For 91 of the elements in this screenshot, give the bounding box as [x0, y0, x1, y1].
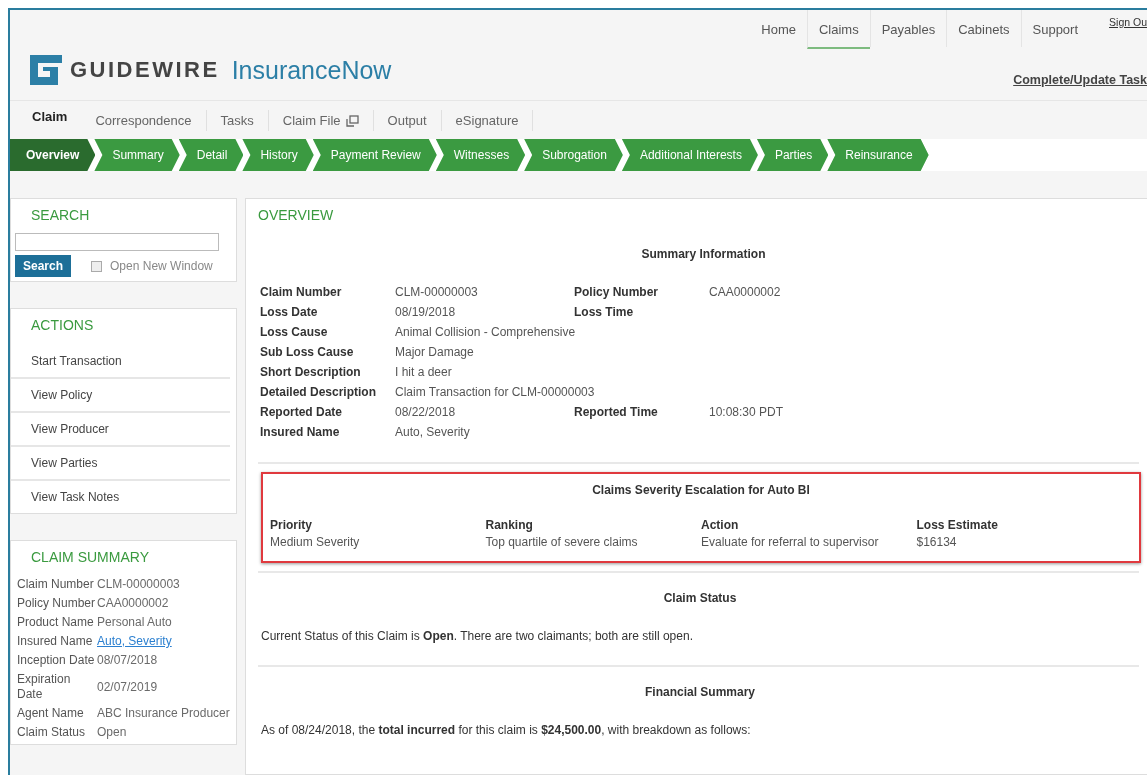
step-tab[interactable]: Parties	[756, 139, 829, 171]
column-heading: Loss Estimate	[916, 517, 999, 534]
field-label: Expiration Date	[17, 672, 72, 702]
field-label: Reported Time	[574, 405, 659, 420]
field-value: ABC Insurance Producer	[97, 706, 230, 721]
product-name: InsuranceNow	[231, 55, 392, 85]
section-heading: Summary Information	[640, 247, 767, 261]
field-label: Policy Number	[574, 285, 660, 300]
step-tab[interactable]: History	[242, 139, 314, 171]
field-label: Product Name	[17, 615, 95, 630]
nav-link[interactable]: Cabinets	[946, 10, 1021, 47]
step-tab[interactable]: Witnesses	[435, 139, 526, 171]
logo-icon	[30, 55, 62, 85]
step-tab[interactable]: Summary	[94, 139, 180, 171]
search-button[interactable]: Search	[15, 255, 72, 277]
field-label: Sub Loss Cause	[260, 345, 355, 360]
action-link[interactable]: Start Transaction	[11, 345, 230, 379]
field-label: Claim Status	[17, 725, 87, 740]
field-value: Claim Transaction for CLM-00000003	[395, 385, 595, 400]
status-text: Current Status of this Claim is Open. There are two claimants; both are still open.	[261, 629, 694, 643]
task-link[interactable]: Complete/Update Task	[1013, 73, 1147, 87]
step-tab[interactable]: Reinsurance	[827, 139, 929, 171]
tab[interactable]: eSignature	[441, 110, 534, 131]
field-value: CLM-00000003	[395, 285, 479, 300]
step-tab[interactable]: Payment Review	[312, 139, 437, 171]
field-value: 08/07/2018	[97, 653, 159, 668]
search-field[interactable]	[15, 233, 219, 251]
nav-link[interactable]: Claims	[806, 10, 870, 49]
tab[interactable]: Claim File	[268, 110, 374, 131]
column-heading: Action	[701, 517, 740, 534]
field-value: CAA0000002	[97, 596, 170, 611]
panel-title: SEARCH	[30, 207, 91, 223]
field-value: 08/22/2018	[395, 405, 457, 420]
field-value: Auto, Severity	[395, 425, 470, 440]
nav-link[interactable]: Payables	[869, 10, 947, 47]
section-title: OVERVIEW	[258, 207, 335, 223]
action-link[interactable]: View Producer	[11, 413, 230, 447]
sign-out-link[interactable]: Sign Ou	[1109, 16, 1147, 28]
field-label: Loss Time	[574, 305, 635, 320]
field-value: 02/07/2019	[97, 679, 159, 695]
action-link[interactable]: View Policy	[11, 379, 230, 413]
field-value: 10:08:30 PDT	[709, 405, 785, 420]
field-value: CAA0000002	[709, 285, 782, 300]
field-label: Detailed Description	[260, 385, 378, 400]
column-value: Evaluate for referral to supervisor	[701, 534, 880, 551]
step-tab[interactable]: Detail	[178, 139, 244, 171]
section-heading: Claims Severity Escalation for Auto BI	[591, 483, 811, 497]
field-value: Animal Collision - Comprehensive	[395, 325, 576, 340]
step-tab[interactable]: Overview	[10, 139, 96, 171]
field-label: Claim Number	[260, 285, 343, 300]
field-label: Reported Date	[260, 405, 343, 420]
brand-name: GUIDEWIRE	[70, 57, 220, 83]
column-value: Top quartile of severe claims	[485, 534, 639, 551]
popout-icon	[345, 114, 359, 127]
tab[interactable]: Output	[373, 110, 442, 131]
field-label: Loss Cause	[260, 325, 329, 340]
field-value: CLM-00000003	[97, 577, 181, 592]
field-value: I hit a deer	[395, 365, 452, 380]
column-heading: Ranking	[485, 517, 534, 534]
column-value: $16134	[916, 534, 958, 551]
field-label: Policy Number	[17, 596, 97, 611]
field-label: Claim Number	[17, 577, 95, 592]
section-heading: Financial Summary	[643, 685, 756, 699]
field-label: Insured Name	[260, 425, 341, 440]
column-value: Medium Severity	[270, 534, 361, 551]
panel-title: ACTIONS	[30, 317, 95, 335]
field-label: Loss Date	[260, 305, 319, 320]
panel-title: CLAIM SUMMARY	[30, 549, 150, 567]
insured-link[interactable]: Auto, Severity	[97, 634, 230, 649]
tab[interactable]: Correspondence	[81, 110, 207, 131]
step-tab[interactable]: Subrogation	[524, 139, 623, 171]
field-value: Personal Auto	[97, 615, 173, 630]
column-heading: Priority	[270, 517, 313, 534]
field-value: Open	[97, 725, 128, 740]
tab[interactable]: Claim	[18, 108, 82, 127]
section-heading: Claim Status	[662, 591, 738, 605]
financial-text: As of 08/24/2018, the total incurred for this claim is $24,500.00, with breakdown as follows:	[261, 723, 752, 737]
nav-link[interactable]: Support	[1020, 10, 1090, 47]
field-value: 08/19/2018	[395, 305, 457, 320]
checkbox-label: Open New Window	[110, 259, 213, 273]
action-link[interactable]: View Task Notes	[11, 481, 230, 513]
checkbox[interactable]	[91, 260, 103, 272]
step-tab[interactable]: Additional Interests	[621, 139, 758, 171]
tab[interactable]: Tasks	[206, 110, 269, 131]
field-value: Major Damage	[395, 345, 474, 360]
action-link[interactable]: View Parties	[11, 447, 230, 481]
field-label: Agent Name	[17, 706, 85, 721]
nav-link[interactable]: Home	[750, 10, 807, 47]
field-label: Inception Date	[17, 653, 96, 668]
field-label: Insured Name	[17, 634, 94, 649]
field-label: Short Description	[260, 365, 362, 380]
